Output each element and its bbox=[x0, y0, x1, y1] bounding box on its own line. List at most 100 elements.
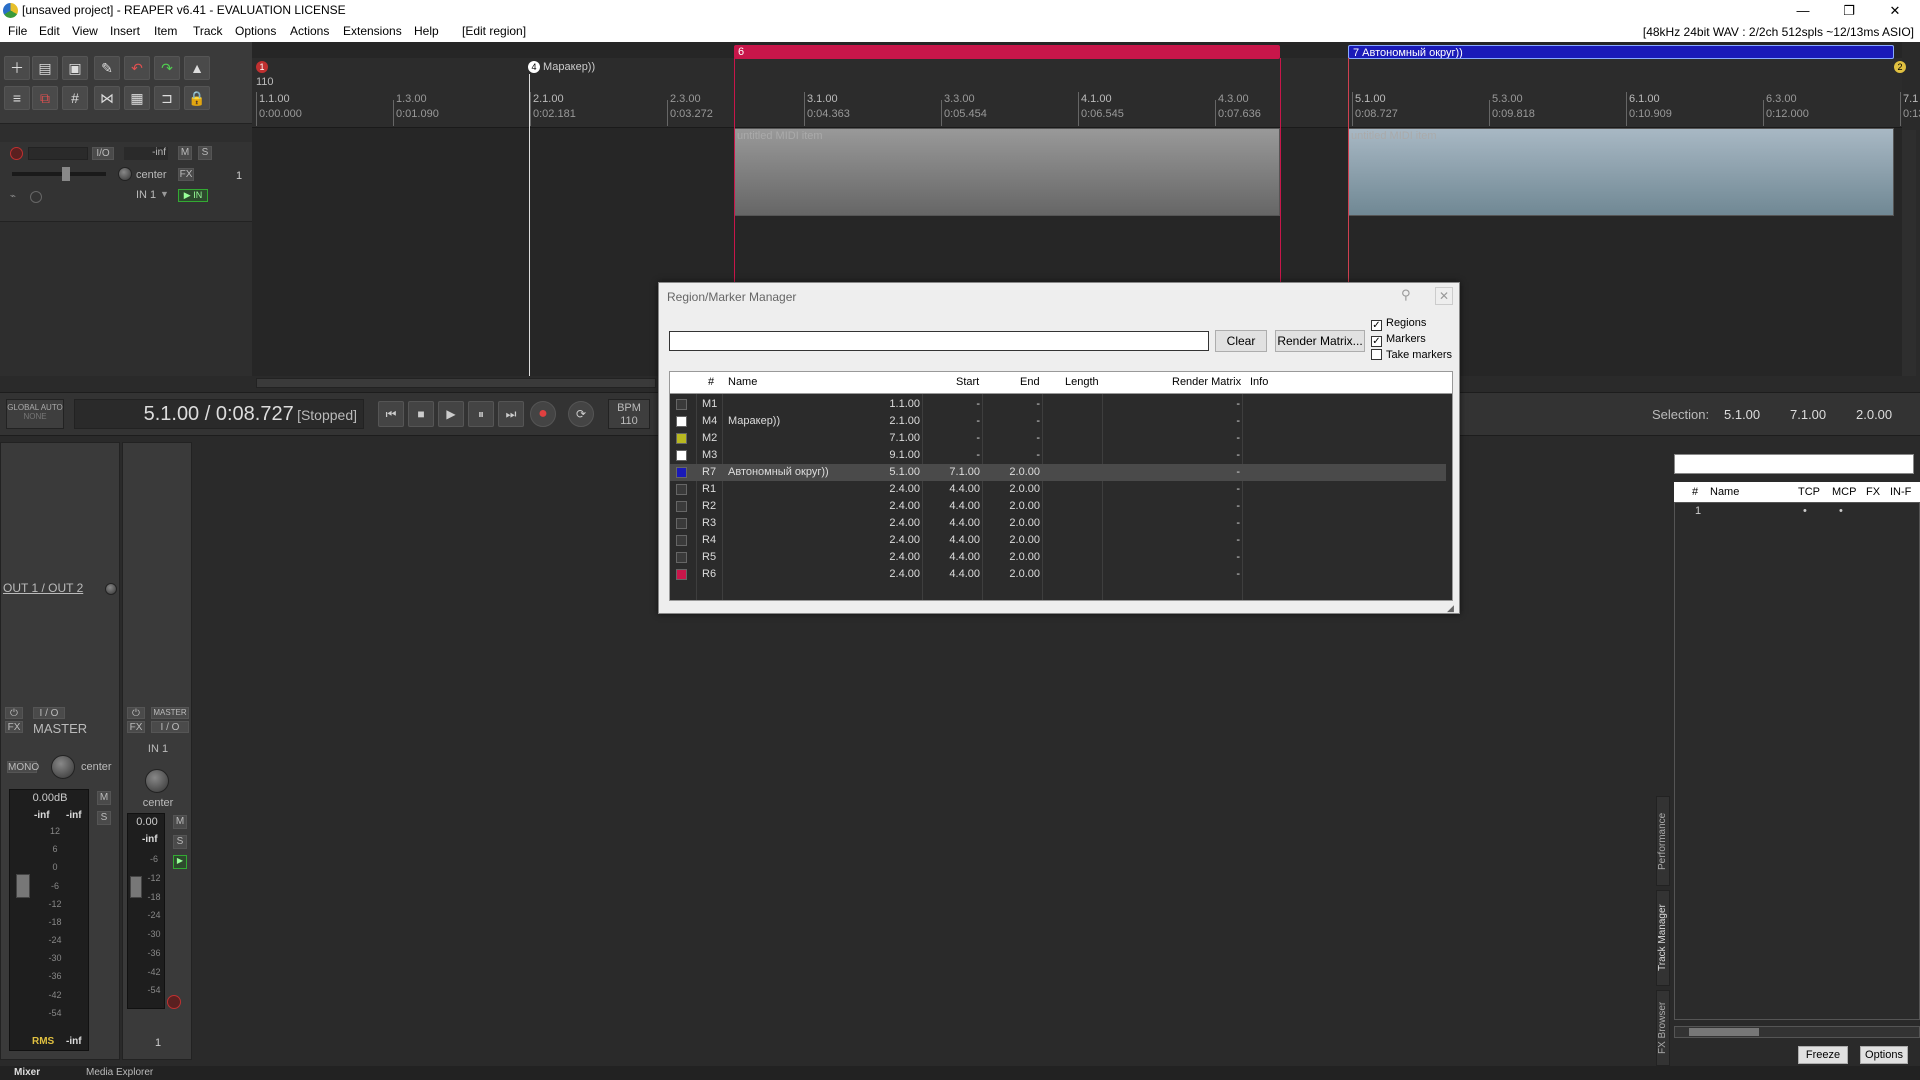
table-row[interactable]: R4 2.4.00 4.4.00 2.0.00 - bbox=[670, 532, 1446, 549]
table-row[interactable]: M1 1.1.00 - - - bbox=[670, 396, 1446, 413]
go-to-end-icon[interactable]: ⏭ bbox=[498, 401, 524, 427]
play-icon[interactable]: ▶ bbox=[438, 401, 464, 427]
track-strip-mute-button[interactable]: M bbox=[173, 815, 187, 829]
resize-grip-icon[interactable]: ◢ bbox=[1447, 603, 1454, 614]
col-render-matrix[interactable]: Render Matrix bbox=[1172, 376, 1241, 388]
track-strip-io-button[interactable]: I / O bbox=[151, 721, 189, 733]
tab-fx-browser[interactable]: FX Browser bbox=[1656, 990, 1670, 1066]
table-row[interactable]: R6 2.4.00 4.4.00 2.0.00 - bbox=[670, 566, 1446, 583]
master-fx-button[interactable]: FX bbox=[5, 721, 23, 733]
item-grouping-icon[interactable]: ▦ bbox=[124, 86, 150, 110]
midi-item-2[interactable]: untitled MIDI item bbox=[1348, 128, 1894, 216]
master-power-icon[interactable]: ⏻ bbox=[5, 707, 23, 719]
dialog-close-icon[interactable]: ✕ bbox=[1435, 287, 1453, 305]
minimize-button[interactable]: — bbox=[1780, 0, 1826, 22]
track-volume-slider[interactable] bbox=[12, 172, 106, 176]
envelope-lock-icon[interactable]: ⋈ bbox=[94, 86, 120, 110]
markers-checkbox[interactable]: ✓ Markers bbox=[1371, 333, 1426, 347]
grid-snap-icon[interactable]: # bbox=[62, 86, 88, 110]
selection-start[interactable]: 5.1.00 bbox=[1724, 407, 1760, 422]
menu-track[interactable]: Track bbox=[193, 24, 223, 38]
global-auto-button[interactable]: GLOBAL AUTO NONE bbox=[6, 399, 64, 429]
metronome-icon[interactable]: ▲ bbox=[184, 56, 210, 80]
color-swatch[interactable] bbox=[676, 484, 687, 495]
record-arm-icon[interactable] bbox=[10, 147, 23, 160]
clear-button[interactable]: Clear bbox=[1215, 330, 1267, 352]
color-swatch[interactable] bbox=[676, 467, 687, 478]
menu-item[interactable]: Item bbox=[154, 24, 177, 38]
track-strip-pan-knob[interactable] bbox=[145, 769, 169, 793]
table-row[interactable]: R3 2.4.00 4.4.00 2.0.00 - bbox=[670, 515, 1446, 532]
render-matrix-button[interactable]: Render Matrix... bbox=[1275, 330, 1365, 352]
track-strip-fader-handle[interactable] bbox=[130, 876, 142, 898]
phase-icon[interactable] bbox=[30, 191, 42, 203]
tab-track-manager[interactable]: Track Manager bbox=[1656, 890, 1670, 986]
track-manager-grid[interactable]: 1 • • bbox=[1674, 502, 1920, 1020]
col-length[interactable]: Length bbox=[1065, 376, 1099, 388]
tab-performance[interactable]: Performance bbox=[1656, 796, 1670, 886]
menu-help[interactable]: Help bbox=[414, 24, 439, 38]
input-monitor-button[interactable]: ▶ IN bbox=[178, 189, 208, 202]
region-marker-table[interactable]: # Name Start End Length Render Matrix In… bbox=[669, 371, 1453, 601]
master-output-label[interactable]: OUT 1 / OUT 2 bbox=[3, 581, 83, 595]
table-row[interactable]: R1 2.4.00 4.4.00 2.0.00 - bbox=[670, 481, 1446, 498]
midi-item-1[interactable]: untitled MIDI item bbox=[734, 128, 1280, 216]
table-row[interactable]: M4 Маракер)) 2.1.00 - - - bbox=[670, 413, 1446, 430]
color-swatch[interactable] bbox=[676, 450, 687, 461]
master-solo-button[interactable]: S bbox=[97, 811, 111, 825]
master-mute-button[interactable]: M bbox=[97, 791, 111, 805]
region-6-bar[interactable]: 6 bbox=[734, 45, 1280, 59]
record-icon[interactable]: ● bbox=[530, 401, 556, 427]
master-width-knob[interactable] bbox=[105, 583, 117, 595]
region-filter-input[interactable] bbox=[669, 331, 1209, 351]
take-markers-checkbox[interactable]: Take markers bbox=[1371, 349, 1452, 361]
color-swatch[interactable] bbox=[676, 501, 687, 512]
close-button[interactable]: ✕ bbox=[1872, 0, 1918, 22]
track-strip-input[interactable]: IN 1 bbox=[123, 743, 193, 755]
save-project-icon[interactable]: ▣ bbox=[62, 56, 88, 80]
tm-col-mcp[interactable]: MCP bbox=[1832, 486, 1856, 498]
tab-mixer[interactable]: Mixer bbox=[14, 1067, 40, 1078]
menu-edit-region[interactable]: [Edit region] bbox=[462, 24, 526, 38]
track-strip-master-send[interactable]: MASTER bbox=[151, 707, 189, 719]
menu-view[interactable]: View bbox=[72, 24, 98, 38]
table-row[interactable]: R7 Автономный округ)) 5.1.00 7.1.00 2.0.00 - bbox=[670, 464, 1446, 481]
table-row[interactable]: R5 2.4.00 4.4.00 2.0.00 - bbox=[670, 549, 1446, 566]
tempo-display[interactable]: BPM 110 bbox=[608, 399, 650, 429]
tab-media-explorer[interactable]: Media Explorer bbox=[86, 1067, 153, 1078]
track-solo-button[interactable]: S bbox=[198, 146, 212, 160]
track-strip-meter[interactable]: 0.00 -inf -6 -12 -18 -24 -30 -36 -42 -54 bbox=[127, 813, 165, 1009]
track-manager-options-button[interactable]: Options bbox=[1860, 1046, 1908, 1064]
track-name-field[interactable] bbox=[28, 147, 88, 160]
track-manager-hscrollbar[interactable] bbox=[1674, 1026, 1920, 1038]
chevron-down-icon[interactable]: ▼ bbox=[160, 189, 169, 199]
menu-options[interactable]: Options bbox=[235, 24, 276, 38]
marker-2[interactable]: 2 bbox=[1894, 61, 1906, 73]
track-strip-solo-button[interactable]: S bbox=[173, 835, 187, 849]
tm-col-name[interactable]: Name bbox=[1710, 486, 1739, 498]
menu-insert[interactable]: Insert bbox=[110, 24, 140, 38]
undo-icon[interactable]: ↶ bbox=[124, 56, 150, 80]
menu-actions[interactable]: Actions bbox=[290, 24, 329, 38]
project-settings-icon[interactable]: ✎ bbox=[94, 56, 120, 80]
col-name[interactable]: Name bbox=[728, 376, 757, 388]
track-fx-button[interactable]: FX bbox=[178, 168, 194, 181]
stop-icon[interactable]: ■ bbox=[408, 401, 434, 427]
master-pan-knob[interactable] bbox=[51, 755, 75, 779]
tm-row-mcp[interactable]: • bbox=[1839, 505, 1843, 517]
table-row[interactable]: M3 9.1.00 - - - bbox=[670, 447, 1446, 464]
tm-row-tcp[interactable]: • bbox=[1803, 505, 1807, 517]
marker-1[interactable]: 1 bbox=[256, 61, 268, 73]
track-manager-scroll-thumb[interactable] bbox=[1689, 1028, 1759, 1036]
locking-icon[interactable]: 🔒 bbox=[184, 86, 210, 110]
track-io-button[interactable]: I/O bbox=[92, 147, 114, 160]
go-to-start-icon[interactable]: ⏮ bbox=[378, 401, 404, 427]
marker-4[interactable]: 4 bbox=[528, 61, 540, 73]
menu-extensions[interactable]: Extensions bbox=[343, 24, 402, 38]
track-1-header[interactable]: I/O -inf M S 1 center FX ⌁ IN 1 ▼ ▶ IN bbox=[0, 142, 252, 222]
vertical-scrollbar[interactable] bbox=[1902, 130, 1916, 376]
menu-file[interactable]: File bbox=[8, 24, 27, 38]
color-swatch[interactable] bbox=[676, 518, 687, 529]
ripple-edit-icon[interactable]: ≡ bbox=[4, 86, 30, 110]
color-swatch[interactable] bbox=[676, 433, 687, 444]
